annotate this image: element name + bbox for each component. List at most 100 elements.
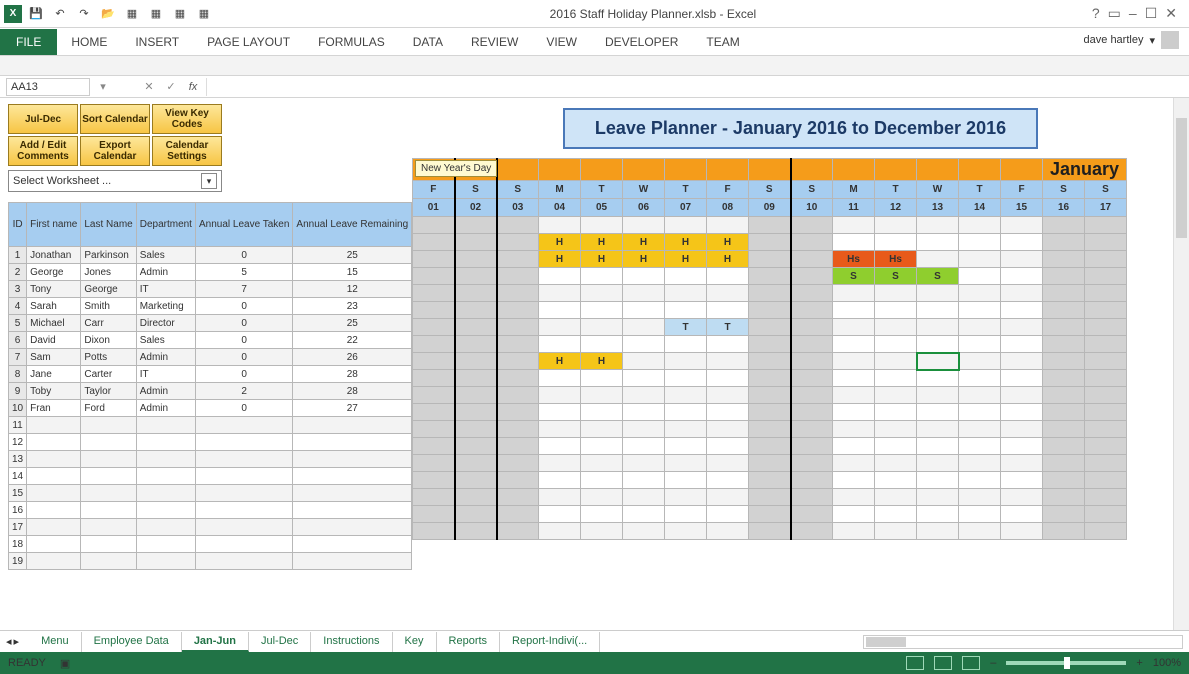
- calendar-cell[interactable]: [497, 251, 539, 268]
- calendar-cell[interactable]: [1085, 234, 1127, 251]
- table-row[interactable]: 11: [9, 417, 412, 434]
- table-row[interactable]: 7SamPottsAdmin026: [9, 349, 412, 366]
- help-icon[interactable]: ?: [1092, 5, 1100, 22]
- calendar-cell[interactable]: [413, 234, 455, 251]
- table-row[interactable]: 14: [9, 468, 412, 485]
- calendar-cell[interactable]: [875, 421, 917, 438]
- calendar-cell[interactable]: [581, 319, 623, 336]
- calendar-cell[interactable]: [875, 387, 917, 404]
- calendar-cell[interactable]: S: [833, 268, 875, 285]
- ribbon-tab[interactable]: INSERT: [121, 29, 193, 55]
- calendar-cell[interactable]: H: [707, 234, 749, 251]
- calendar-cell[interactable]: H: [581, 234, 623, 251]
- calendar-cell[interactable]: [413, 421, 455, 438]
- calendar-cell[interactable]: [707, 523, 749, 540]
- sheet-tab[interactable]: Reports: [437, 632, 501, 652]
- calendar-cell[interactable]: [455, 285, 497, 302]
- ribbon-tab[interactable]: DATA: [399, 29, 457, 55]
- table-row[interactable]: 3TonyGeorgeIT712: [9, 281, 412, 298]
- calendar-cell[interactable]: [1043, 370, 1085, 387]
- qat-icon[interactable]: ▦: [146, 4, 166, 24]
- vertical-scrollbar[interactable]: [1173, 98, 1189, 630]
- calendar-cell[interactable]: [1085, 268, 1127, 285]
- calendar-cell[interactable]: S: [917, 268, 959, 285]
- calendar-cell[interactable]: [539, 489, 581, 506]
- calendar-cell[interactable]: [455, 489, 497, 506]
- calendar-cell[interactable]: [917, 472, 959, 489]
- calendar-cell[interactable]: [1001, 217, 1043, 234]
- calendar-cell[interactable]: [749, 523, 791, 540]
- calendar-cell[interactable]: [791, 455, 833, 472]
- table-row[interactable]: 6DavidDixonSales022: [9, 332, 412, 349]
- calendar-cell[interactable]: [413, 489, 455, 506]
- calendar-cell[interactable]: [833, 353, 875, 370]
- calendar-cell[interactable]: [1085, 472, 1127, 489]
- calendar-cell[interactable]: [1001, 268, 1043, 285]
- calendar-cell[interactable]: [665, 523, 707, 540]
- sheet-tab[interactable]: Instructions: [311, 632, 392, 652]
- calendar-cell[interactable]: [707, 472, 749, 489]
- calendar-cell[interactable]: [791, 285, 833, 302]
- calendar-cell[interactable]: H: [665, 251, 707, 268]
- calendar-cell[interactable]: [497, 353, 539, 370]
- calendar-cell[interactable]: [539, 506, 581, 523]
- calendar-cell[interactable]: [749, 404, 791, 421]
- calendar-cell[interactable]: [749, 268, 791, 285]
- calendar-cell[interactable]: [833, 370, 875, 387]
- table-row[interactable]: 18: [9, 536, 412, 553]
- calendar-cell[interactable]: [1001, 404, 1043, 421]
- calendar-cell[interactable]: [1001, 251, 1043, 268]
- calendar-cell[interactable]: [707, 217, 749, 234]
- calendar-cell[interactable]: [581, 523, 623, 540]
- calendar-cell[interactable]: [833, 387, 875, 404]
- fx-icon[interactable]: fx: [184, 81, 202, 93]
- calendar-cell[interactable]: H: [665, 234, 707, 251]
- calendar-cell[interactable]: T: [707, 319, 749, 336]
- enter-formula-icon[interactable]: ✓: [162, 80, 180, 93]
- calendar-cell[interactable]: [497, 523, 539, 540]
- calendar-cell[interactable]: [833, 404, 875, 421]
- calendar-cell[interactable]: [539, 336, 581, 353]
- calendar-cell[interactable]: H: [539, 353, 581, 370]
- calendar-cell[interactable]: [539, 404, 581, 421]
- calendar-cell[interactable]: [665, 387, 707, 404]
- calendar-cell[interactable]: H: [623, 251, 665, 268]
- calendar-cell[interactable]: [833, 455, 875, 472]
- calendar-cell[interactable]: [413, 319, 455, 336]
- calendar-cell[interactable]: [959, 489, 1001, 506]
- calendar-cell[interactable]: [581, 489, 623, 506]
- table-row[interactable]: 8JaneCarterIT028: [9, 366, 412, 383]
- export-calendar-button[interactable]: Export Calendar: [80, 136, 150, 166]
- calendar-cell[interactable]: [1043, 421, 1085, 438]
- page-layout-view-icon[interactable]: [934, 656, 952, 670]
- ribbon-tab[interactable]: DEVELOPER: [591, 29, 692, 55]
- calendar-cell[interactable]: [665, 302, 707, 319]
- col-firstname[interactable]: First name: [27, 203, 81, 247]
- calendar-cell[interactable]: [917, 523, 959, 540]
- add-edit-comments-button[interactable]: Add / Edit Comments: [8, 136, 78, 166]
- calendar-cell[interactable]: [1001, 489, 1043, 506]
- calendar-cell[interactable]: [791, 217, 833, 234]
- calendar-cell[interactable]: [875, 370, 917, 387]
- scrollbar-thumb[interactable]: [1176, 118, 1187, 238]
- open-icon[interactable]: 📂: [98, 4, 118, 24]
- calendar-cell[interactable]: [875, 336, 917, 353]
- calendar-cell[interactable]: [1085, 336, 1127, 353]
- zoom-in-icon[interactable]: +: [1136, 657, 1142, 669]
- calendar-cell[interactable]: [539, 387, 581, 404]
- calendar-cell[interactable]: [959, 370, 1001, 387]
- table-row[interactable]: 19: [9, 553, 412, 570]
- calendar-cell[interactable]: [581, 472, 623, 489]
- calendar-cell[interactable]: [917, 251, 959, 268]
- calendar-cell[interactable]: [749, 302, 791, 319]
- calendar-cell[interactable]: [707, 506, 749, 523]
- ribbon-tab[interactable]: REVIEW: [457, 29, 532, 55]
- calendar-cell[interactable]: [707, 387, 749, 404]
- calendar-cell[interactable]: [959, 421, 1001, 438]
- calendar-cell[interactable]: [749, 336, 791, 353]
- calendar-cell[interactable]: [875, 404, 917, 421]
- calendar-cell[interactable]: [1085, 302, 1127, 319]
- calendar-cell[interactable]: [413, 404, 455, 421]
- save-icon[interactable]: 💾: [26, 4, 46, 24]
- calendar-cell[interactable]: [875, 353, 917, 370]
